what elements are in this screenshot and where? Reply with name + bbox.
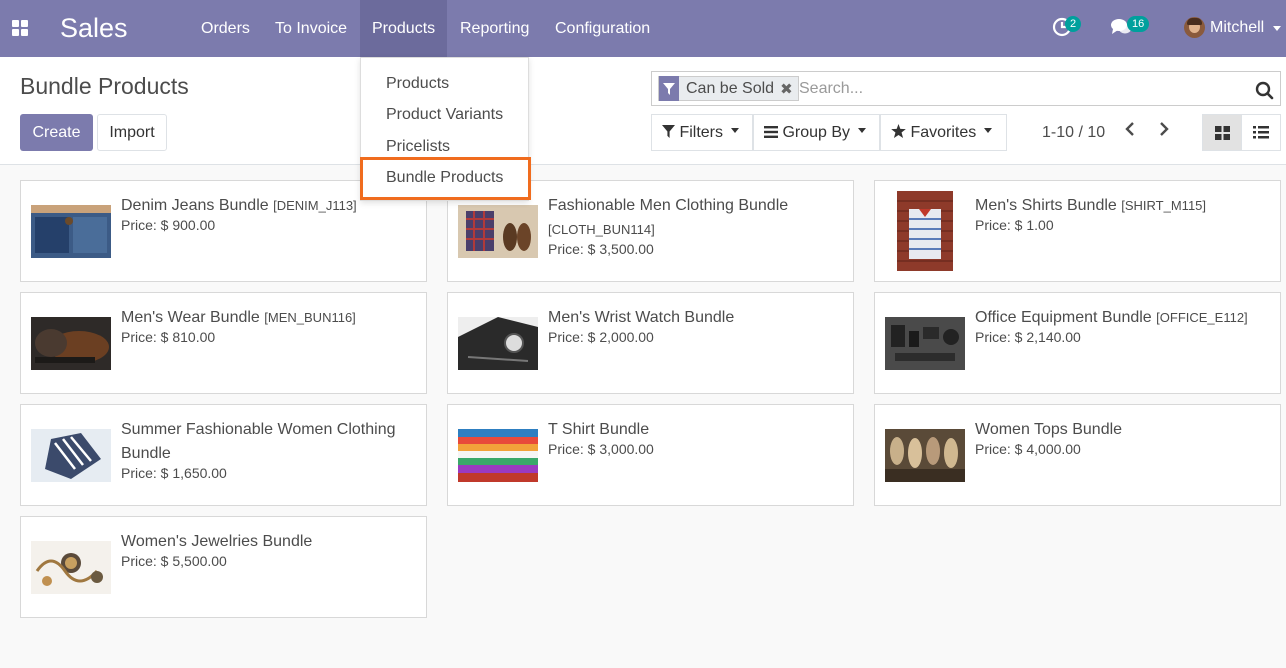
list-icon: [1253, 126, 1269, 139]
product-name: T Shirt Bundle: [548, 421, 650, 438]
product-card[interactable]: Men's Shirts Bundle [SHIRT_M115] Price: …: [874, 180, 1281, 282]
product-price: Price: $ 1,650.00: [121, 465, 227, 481]
product-name: Summer Fashionable Women Clothing Bundle: [121, 421, 396, 462]
create-button[interactable]: Create: [20, 114, 93, 151]
product-price: Price: $ 3,500.00: [548, 241, 654, 257]
product-price: Price: $ 5,500.00: [121, 553, 227, 569]
product-card[interactable]: Men's Wear Bundle [MEN_BUN116] Price: $ …: [20, 292, 427, 394]
product-image: [458, 205, 538, 258]
product-name: Men's Shirts Bundle: [975, 197, 1117, 214]
dropdown-item-product-variants[interactable]: Product Variants: [386, 106, 503, 124]
product-card[interactable]: Women's Jewelries Bundle Price: $ 5,500.…: [20, 516, 427, 618]
product-price: Price: $ 810.00: [121, 329, 216, 345]
facet-label: Can be Sold: [686, 79, 775, 97]
import-button[interactable]: Import: [97, 114, 167, 151]
filter-icon: [662, 125, 675, 138]
messages-count-badge: 16: [1127, 16, 1150, 32]
menu-to-invoice[interactable]: To Invoice: [263, 0, 359, 57]
list-view-button[interactable]: [1241, 114, 1281, 151]
product-card[interactable]: T Shirt Bundle Price: $ 3,000.00: [447, 404, 854, 506]
filters-label: Filters: [679, 124, 724, 141]
product-image: [458, 429, 538, 482]
product-name: Office Equipment Bundle: [975, 309, 1152, 326]
product-image: [31, 317, 111, 370]
list-bars-icon: [764, 126, 778, 138]
product-card[interactable]: Summer Fashionable Women Clothing Bundle…: [20, 404, 427, 506]
product-card[interactable]: Office Equipment Bundle [OFFICE_E112] Pr…: [874, 292, 1281, 394]
product-image: [31, 541, 111, 594]
top-navbar: Sales Orders To Invoice Products Reporti…: [0, 0, 1286, 57]
page-title: Bundle Products: [20, 73, 189, 99]
product-code: [DENIM_J113]: [273, 198, 357, 213]
star-icon: [891, 124, 906, 138]
product-card[interactable]: Women Tops Bundle Price: $ 4,000.00: [874, 404, 1281, 506]
control-panel: Bundle Products Create Import Can be Sol…: [0, 57, 1286, 165]
search-input[interactable]: [799, 77, 1239, 101]
product-price: Price: $ 3,000.00: [548, 441, 654, 457]
apps-menu-icon[interactable]: [12, 20, 28, 36]
menu-orders[interactable]: Orders: [189, 0, 262, 57]
kanban-grid-icon: [1214, 125, 1230, 140]
user-name[interactable]: Mitchell: [1210, 19, 1264, 37]
product-code: [MEN_BUN116]: [264, 310, 356, 325]
product-image: [897, 191, 953, 271]
filter-icon: [659, 76, 679, 101]
menu-products[interactable]: Products: [360, 0, 448, 57]
search-facet[interactable]: Can be Sold ✖: [658, 76, 799, 101]
product-name: Denim Jeans Bundle: [121, 197, 269, 214]
activity-count-badge: 2: [1065, 16, 1082, 32]
dropdown-item-pricelists[interactable]: Pricelists: [386, 138, 450, 156]
facet-remove-icon[interactable]: ✖: [780, 80, 798, 98]
product-image: [885, 317, 965, 370]
user-avatar[interactable]: [1184, 17, 1205, 38]
product-price: Price: $ 2,140.00: [975, 329, 1081, 345]
menu-reporting[interactable]: Reporting: [448, 0, 541, 57]
product-image: [31, 205, 111, 258]
product-name: Men's Wrist Watch Bundle: [548, 309, 735, 326]
filters-dropdown[interactable]: Filters: [651, 114, 753, 151]
product-image: [885, 429, 965, 482]
product-price: Price: $ 4,000.00: [975, 441, 1081, 457]
pager-value[interactable]: 1-10 / 10: [1042, 124, 1105, 142]
groupby-label: Group By: [782, 124, 851, 141]
product-code: [SHIRT_M115]: [1121, 198, 1207, 213]
kanban-view-button[interactable]: [1202, 114, 1242, 151]
search-icon[interactable]: [1255, 81, 1274, 100]
favorites-label: Favorites: [910, 124, 977, 141]
chevron-down-icon[interactable]: [1273, 26, 1281, 31]
product-price: Price: $ 1.00: [975, 217, 1054, 233]
chevron-right-icon[interactable]: [1158, 121, 1170, 137]
menu-configuration[interactable]: Configuration: [543, 0, 662, 57]
product-code: [CLOTH_BUN114]: [548, 222, 655, 237]
product-price: Price: $ 2,000.00: [548, 329, 654, 345]
app-title[interactable]: Sales: [60, 12, 128, 44]
chevron-left-icon[interactable]: [1124, 121, 1136, 137]
dropdown-item-products[interactable]: Products: [386, 75, 449, 93]
product-name: Women Tops Bundle: [975, 421, 1123, 438]
dropdown-item-bundle-products[interactable]: Bundle Products: [386, 169, 503, 187]
product-code: [OFFICE_E112]: [1156, 310, 1248, 325]
products-dropdown-menu: Products Product Variants Pricelists Bun…: [360, 57, 529, 201]
favorites-dropdown[interactable]: Favorites: [880, 114, 1007, 151]
product-image: [458, 317, 538, 370]
product-price: Price: $ 900.00: [121, 217, 216, 233]
product-name: Women's Jewelries Bundle: [121, 533, 313, 550]
search-bar[interactable]: Can be Sold ✖: [651, 71, 1281, 106]
groupby-dropdown[interactable]: Group By: [753, 114, 880, 151]
product-image: [31, 429, 111, 482]
product-name: Men's Wear Bundle: [121, 309, 260, 326]
product-card[interactable]: Men's Wrist Watch Bundle Price: $ 2,000.…: [447, 292, 854, 394]
product-name: Fashionable Men Clothing Bundle: [548, 197, 789, 214]
